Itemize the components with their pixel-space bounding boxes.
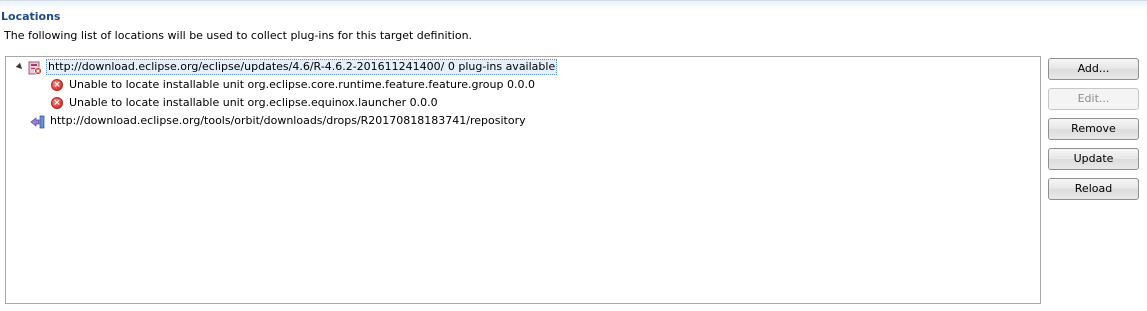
tree-child-label[interactable]: Unable to locate installable unit org.ec… [69, 96, 438, 109]
section-description: The following list of locations will be … [4, 29, 473, 42]
error-icon: × [51, 79, 63, 91]
update-button[interactable]: Update [1048, 148, 1139, 170]
tree-child-label[interactable]: Unable to locate installable unit org.ec… [69, 78, 535, 91]
tree-child-error[interactable]: × Unable to locate installable unit org.… [6, 95, 1040, 112]
tree-item-eclipse-updates[interactable]: http://download.eclipse.org/eclipse/upda… [6, 59, 1040, 76]
tree-item-label[interactable]: http://download.eclipse.org/tools/orbit/… [50, 114, 526, 127]
edit-button[interactable]: Edit... [1048, 88, 1139, 110]
locations-tree[interactable]: http://download.eclipse.org/eclipse/upda… [5, 56, 1041, 304]
locations-section-header [0, 0, 1147, 28]
update-site-icon [30, 114, 46, 130]
remove-button[interactable]: Remove [1048, 118, 1139, 140]
tree-item-orbit-repository[interactable]: http://download.eclipse.org/tools/orbit/… [6, 113, 1040, 130]
update-site-error-icon [27, 60, 43, 76]
reload-button[interactable]: Reload [1048, 178, 1139, 200]
expanded-twisty-icon[interactable] [15, 62, 25, 72]
tree-child-error[interactable]: × Unable to locate installable unit org.… [6, 77, 1040, 94]
tree-item-label[interactable]: http://download.eclipse.org/eclipse/upda… [46, 59, 558, 75]
add-button[interactable]: Add... [1048, 58, 1139, 80]
section-title: Locations [1, 10, 61, 23]
error-icon: × [51, 97, 63, 109]
